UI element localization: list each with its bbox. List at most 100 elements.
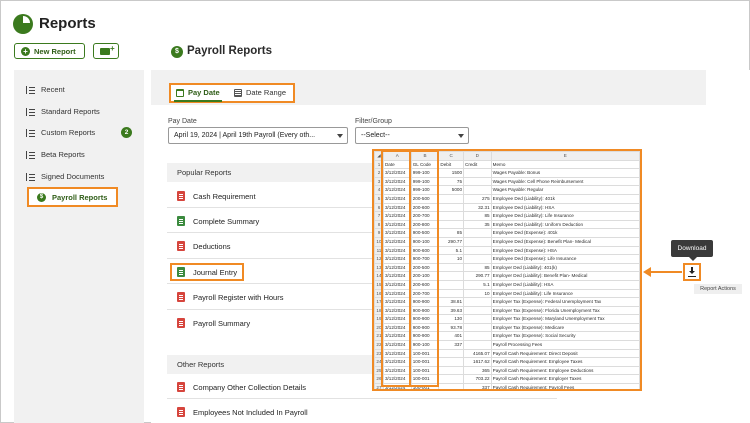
sidebar-item-signed-documents[interactable]: Signed Documents xyxy=(26,172,104,181)
report-deductions[interactable]: Deductions xyxy=(177,241,231,251)
sheet-cell xyxy=(463,297,492,307)
report-payroll-register-with-hours[interactable]: Payroll Register with Hours xyxy=(177,292,283,302)
pdf-file-icon xyxy=(177,318,185,328)
sheet-cell xyxy=(463,322,492,333)
sheet-cell: Payroll Cash Requirement: Employee Taxes xyxy=(490,357,640,367)
report-label: Payroll Summary xyxy=(193,318,251,328)
sidebar-item-payroll-reports[interactable]: $ Payroll Reports xyxy=(27,187,118,207)
sheet-cell xyxy=(463,228,492,238)
divider xyxy=(167,398,557,399)
download-button[interactable] xyxy=(683,263,701,281)
sheet-cell: 1500 xyxy=(438,168,465,178)
download-icon xyxy=(689,267,695,276)
sheet-cell xyxy=(438,288,465,299)
sheet-cell: 703.22 xyxy=(463,374,492,385)
sheet-cell: Debit xyxy=(438,159,465,170)
sheet-cell: Employee Ded (Expense): 401k xyxy=(490,228,640,238)
list-icon xyxy=(26,107,35,116)
sheet-cell: 290.77 xyxy=(438,236,465,247)
sheet-cell: Employer Ded (Liability): Life Insurance xyxy=(490,288,640,299)
sheet-cell: Payroll Cash Requirement: Payroll Fees xyxy=(490,383,640,389)
pdf-file-icon xyxy=(177,241,185,251)
active-tab-indicator xyxy=(174,100,222,102)
report-label: Employees Not Included In Payroll xyxy=(193,407,308,417)
sheet-cell xyxy=(438,271,465,281)
report-label: Deductions xyxy=(193,241,231,251)
sheet-cell xyxy=(463,236,492,247)
date-column-highlight xyxy=(381,150,411,387)
sidebar-item-label: Standard Reports xyxy=(41,107,100,116)
sidebar-item-standard-reports[interactable]: Standard Reports xyxy=(26,107,100,116)
report-company-other-collection-details[interactable]: Company Other Collection Details xyxy=(177,382,306,392)
sheet-cell: 4165.07 xyxy=(463,348,492,359)
date-tabs: Pay Date Date Range xyxy=(169,83,295,103)
sheet-cell: 5000 xyxy=(438,185,465,195)
report-label: Payroll Register with Hours xyxy=(193,292,284,302)
pay-date-value: April 19, 2024 | April 19th Payroll (Eve… xyxy=(174,132,316,139)
sheet-cell: 5.1 xyxy=(438,245,465,256)
sheet-cell: 85 xyxy=(463,211,492,221)
sidebar-item-label: Payroll Reports xyxy=(52,193,108,202)
download-tray xyxy=(688,276,696,277)
tab-date-range[interactable]: Date Range xyxy=(234,88,286,97)
report-employees-not-included[interactable]: Employees Not Included In Payroll xyxy=(177,407,308,417)
flask-list-icon xyxy=(26,150,35,159)
sheet-cell: Employee Ded (Liability): Uniform Deduct… xyxy=(490,219,640,230)
sheet-cell: Wages Payable: Regular xyxy=(490,185,640,195)
pdf-file-icon xyxy=(177,407,185,417)
sheet-cell: Payroll Processing Fees xyxy=(490,340,640,350)
sheet-cell: Payroll Cash Requirement: Direct Deposit xyxy=(490,348,640,359)
sheet-cell: 337 xyxy=(438,340,465,350)
report-cash-requirement[interactable]: Cash Requirement xyxy=(177,191,256,201)
list-clock-icon xyxy=(26,85,35,94)
sheet-cell xyxy=(463,331,492,342)
sheet-cell xyxy=(438,211,465,221)
sheet-cell: Memo xyxy=(490,159,640,170)
report-complete-summary[interactable]: Complete Summary xyxy=(177,216,259,226)
chevron-down-icon xyxy=(337,134,343,138)
sheet-cell: Wages Payable: Cell Phone Reimbursement xyxy=(490,176,640,187)
sidebar-item-beta-reports[interactable]: Beta Reports xyxy=(26,150,85,159)
sheet-cell: Payroll Cash Requirement: Employee Deduc… xyxy=(490,365,640,376)
sheet-cell xyxy=(438,219,465,230)
sidebar: Recent Standard Reports Custom Reports 2… xyxy=(14,70,144,423)
sheet-cell xyxy=(438,202,465,213)
sheet-cell: 39.63 xyxy=(438,305,465,316)
sheet-cell: 10 xyxy=(438,254,465,264)
sheet-cell: Wages Payable: Bonus xyxy=(490,168,640,178)
dollar-icon: $ xyxy=(171,46,183,58)
sheet-cell: Employer Tax (Expense): Social Security xyxy=(490,331,640,342)
sheet-cell: Employer Ded (Liability): 401(k) xyxy=(490,262,640,273)
sheet-cell: Employee Ded (Liability): Life Insurance xyxy=(490,211,640,221)
sheet-cell: 35 xyxy=(463,219,492,230)
sheet-cell: 337 xyxy=(463,383,492,389)
new-folder-button[interactable] xyxy=(93,43,119,59)
sheet-cell xyxy=(463,185,492,195)
new-report-label: New Report xyxy=(34,46,76,56)
sheet-cell xyxy=(438,365,465,376)
sheet-cell: 32.31 xyxy=(463,202,492,213)
sidebar-item-label: Beta Reports xyxy=(41,150,85,159)
sheet-cell xyxy=(463,314,492,324)
pay-date-select[interactable]: April 19, 2024 | April 19th Payroll (Eve… xyxy=(168,127,348,144)
sheet-cell: 275 xyxy=(463,193,492,204)
page-title: Payroll Reports xyxy=(187,45,272,57)
report-label: Company Other Collection Details xyxy=(193,382,306,392)
app-window: Reports + New Report $ Payroll Reports R… xyxy=(0,0,750,423)
report-payroll-summary[interactable]: Payroll Summary xyxy=(177,318,250,328)
tab-pay-date[interactable]: Pay Date xyxy=(176,88,220,97)
sheet-cell xyxy=(463,254,492,264)
sidebar-item-recent[interactable]: Recent xyxy=(26,85,65,94)
new-report-button[interactable]: + New Report xyxy=(14,43,85,59)
sheet-cell: 365 xyxy=(463,365,492,376)
sheet-cell xyxy=(438,262,465,273)
pay-date-label: Pay Date xyxy=(168,118,197,125)
user-list-icon xyxy=(26,128,35,137)
sheet-cell: 10 xyxy=(463,288,492,299)
report-label: Cash Requirement xyxy=(193,191,256,201)
sheet-cell xyxy=(438,374,465,385)
sheet-cell: 93.78 xyxy=(438,322,465,333)
sheet-cell: Payroll Cash Requirement: Employer Taxes xyxy=(490,374,640,385)
filter-group-select[interactable]: --Select-- xyxy=(355,127,469,144)
sidebar-item-custom-reports[interactable]: Custom Reports xyxy=(26,128,95,137)
